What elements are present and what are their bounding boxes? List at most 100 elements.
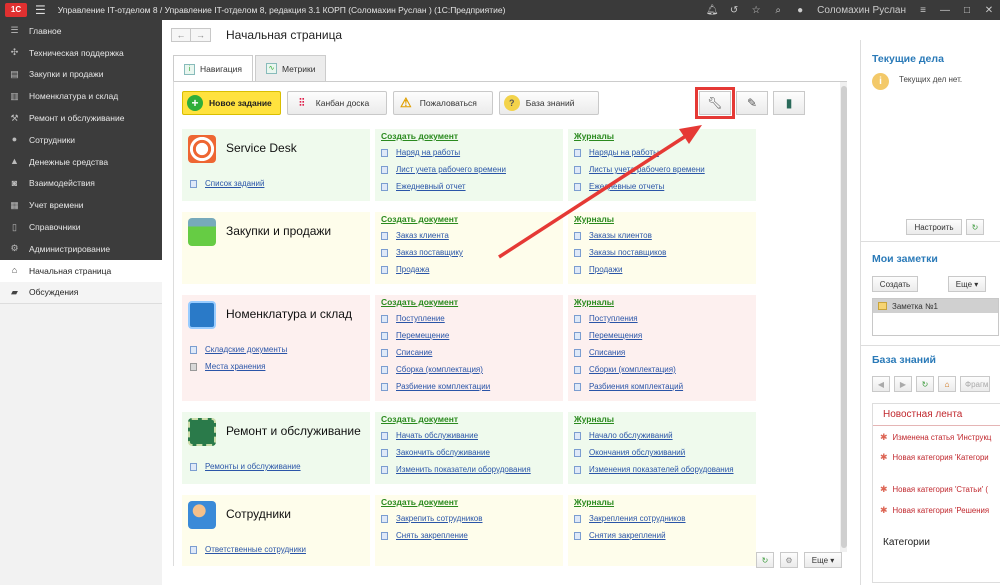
sidebar-item-employees[interactable]: ● Сотрудники xyxy=(0,129,162,151)
doc-link[interactable]: Снять закрепление xyxy=(375,527,563,544)
feed-item[interactable]: ✱ Изменена статья 'Инструкц xyxy=(873,432,991,443)
journal-link[interactable]: Листы учета рабочего времени xyxy=(568,161,756,178)
journals-header[interactable]: Журналы xyxy=(568,412,756,427)
sidebar-item-admin[interactable]: ⚙ Администрирование xyxy=(0,238,162,260)
sidebar-item-support[interactable]: ✣ Техническая поддержка xyxy=(0,42,162,64)
journals-header[interactable]: Журналы xyxy=(568,129,756,144)
link[interactable]: Ответственные сотрудники xyxy=(190,541,306,558)
doc-link[interactable]: Сборка (комплектация) xyxy=(375,361,563,378)
journal-link[interactable]: Наряды на работы xyxy=(568,144,756,161)
refresh-icon[interactable]: ↻ xyxy=(756,552,774,568)
journals-header[interactable]: Журналы xyxy=(568,212,756,227)
sidebar-item-time[interactable]: ▦ Учет времени xyxy=(0,194,162,216)
home-icon[interactable]: ⌂ xyxy=(938,376,956,392)
journal-link[interactable]: Поступления xyxy=(568,310,756,327)
history-icon[interactable]: ↺ xyxy=(723,5,745,16)
sidebar-item-main[interactable]: ☰ Главное xyxy=(0,20,162,42)
doc-link[interactable]: Лист учета рабочего времени xyxy=(375,161,563,178)
journal-link[interactable]: Списания xyxy=(568,344,756,361)
scrollbar-thumb[interactable] xyxy=(841,86,847,548)
journals-header[interactable]: Журналы xyxy=(568,295,756,310)
link[interactable]: Места хранения xyxy=(190,358,287,375)
refresh-icon[interactable]: ↻ xyxy=(916,376,934,392)
sidebar-item-warehouse[interactable]: ▥ Номенклатура и склад xyxy=(0,85,162,107)
doc-link[interactable]: Закрепить сотрудников xyxy=(375,510,563,527)
doc-link[interactable]: Разбиение комплектации xyxy=(375,378,563,395)
doc-link[interactable]: Заказ поставщику xyxy=(375,244,563,261)
kanban-button[interactable]: ⫶⫶ Канбан доска xyxy=(286,91,387,115)
sidebar-item-catalogs[interactable]: ▯ Справочники xyxy=(0,216,162,238)
journal-link[interactable]: Ежедневные отчеты xyxy=(568,178,756,195)
doc-link[interactable]: Заказ клиента xyxy=(375,227,563,244)
menu-icon[interactable]: ≡ xyxy=(912,5,934,16)
journal-link[interactable]: Заказы поставщиков xyxy=(568,244,756,261)
sidebar-item-home[interactable]: ⌂ Начальная страница xyxy=(0,260,162,282)
back-arrow-icon[interactable]: ← xyxy=(171,28,191,42)
journal-link[interactable]: Начало обслуживаний xyxy=(568,427,756,444)
search-icon[interactable]: ⌕ xyxy=(767,5,789,16)
sidebar-item-interactions[interactable]: ◙ Взаимодействия xyxy=(0,173,162,195)
maximize-icon[interactable]: □ xyxy=(956,5,978,16)
journal-link[interactable]: Продажи xyxy=(568,261,756,278)
settings-icon[interactable]: ⚙ xyxy=(780,552,798,568)
create-document-header[interactable]: Создать документ xyxy=(375,212,563,227)
more-button[interactable]: Еще ▾ xyxy=(804,552,842,568)
journals-header[interactable]: Журналы xyxy=(568,495,756,510)
notes-more-button[interactable]: Еще ▾ xyxy=(948,276,986,292)
bell-icon[interactable]: 🔔︎ xyxy=(701,5,723,16)
doc-link[interactable]: Списание xyxy=(375,344,563,361)
create-document-header[interactable]: Создать документ xyxy=(375,495,563,510)
doc-link[interactable]: Перемещение xyxy=(375,327,563,344)
sidebar-item-discussions[interactable]: ▰ Обсуждения xyxy=(0,281,162,304)
forward-arrow-icon[interactable]: ▶ xyxy=(894,376,912,392)
create-document-header[interactable]: Создать документ xyxy=(375,412,563,427)
link[interactable]: Список заданий xyxy=(190,175,264,192)
back-arrow-icon[interactable]: ◀ xyxy=(872,376,890,392)
sidebar-item-repair[interactable]: ⚒ Ремонт и обслуживание xyxy=(0,107,162,129)
star-icon[interactable]: ☆ xyxy=(745,5,767,16)
journal-link[interactable]: Окончания обслуживаний xyxy=(568,444,756,461)
refresh-icon[interactable]: ↻ xyxy=(966,219,984,235)
journal-link[interactable]: Заказы клиентов xyxy=(568,227,756,244)
doc-link[interactable]: Ежедневный отчет xyxy=(375,178,563,195)
hamburger-menu-icon[interactable]: ☰ xyxy=(35,3,46,17)
kb-search-input[interactable]: Фрагм xyxy=(960,376,990,392)
journal-link[interactable]: Изменения показателей оборудования xyxy=(568,461,756,478)
sidebar-item-purchases[interactable]: ▤ Закупки и продажи xyxy=(0,64,162,86)
brush-icon[interactable]: ✎ xyxy=(736,91,768,115)
journal-link[interactable]: Сборки (комплектация) xyxy=(568,361,756,378)
feed-item[interactable]: ✱ Новая категория 'Решения xyxy=(873,505,989,516)
complain-button[interactable]: ⚠ Пожаловаться xyxy=(392,91,493,115)
doc-link[interactable]: Продажа xyxy=(375,261,563,278)
book-icon[interactable]: ▮ xyxy=(773,91,805,115)
link[interactable]: Складские документы xyxy=(190,341,287,358)
close-icon[interactable]: ✕ xyxy=(978,5,1000,16)
sidebar-item-money[interactable]: ▲ Денежные средства xyxy=(0,151,162,173)
doc-link[interactable]: Изменить показатели оборудования xyxy=(375,461,563,478)
create-document-header[interactable]: Создать документ xyxy=(375,129,563,144)
create-document-header[interactable]: Создать документ xyxy=(375,295,563,310)
doc-link[interactable]: Закончить обслуживание xyxy=(375,444,563,461)
journal-link[interactable]: Разбиения комплектаций xyxy=(568,378,756,395)
feed-item[interactable]: ✱ Новая категория 'Категори xyxy=(873,452,989,463)
wrench-icon[interactable]: 🔧︎ xyxy=(695,87,735,119)
knowledge-base-button[interactable]: ? База знаний xyxy=(498,91,599,115)
configure-button[interactable]: Настроить xyxy=(906,219,962,235)
create-note-button[interactable]: Создать xyxy=(872,276,918,292)
journal-link[interactable]: Снятия закреплений xyxy=(568,527,756,544)
doc-link[interactable]: Поступление xyxy=(375,310,563,327)
forward-arrow-icon[interactable]: → xyxy=(191,28,211,42)
vertical-scrollbar[interactable] xyxy=(840,82,847,552)
minimize-icon[interactable]: — xyxy=(934,5,956,16)
doc-link[interactable]: Наряд на работы xyxy=(375,144,563,161)
tab-navigation[interactable]: i Навигация xyxy=(173,55,253,82)
journal-link[interactable]: Перемещения xyxy=(568,327,756,344)
new-task-button[interactable]: + Новое задание xyxy=(182,91,281,115)
list-item[interactable]: Заметка №1 xyxy=(873,299,998,313)
doc-link[interactable]: Начать обслуживание xyxy=(375,427,563,444)
feed-item[interactable]: ✱ Новая категория 'Статьи' ( xyxy=(873,484,988,495)
journal-link[interactable]: Закрепления сотрудников xyxy=(568,510,756,527)
tab-metrics[interactable]: ∿ Метрики xyxy=(255,55,327,81)
user-name[interactable]: Соломахин Руслан xyxy=(817,5,906,16)
link[interactable]: Ремонты и обслуживание xyxy=(190,458,301,475)
